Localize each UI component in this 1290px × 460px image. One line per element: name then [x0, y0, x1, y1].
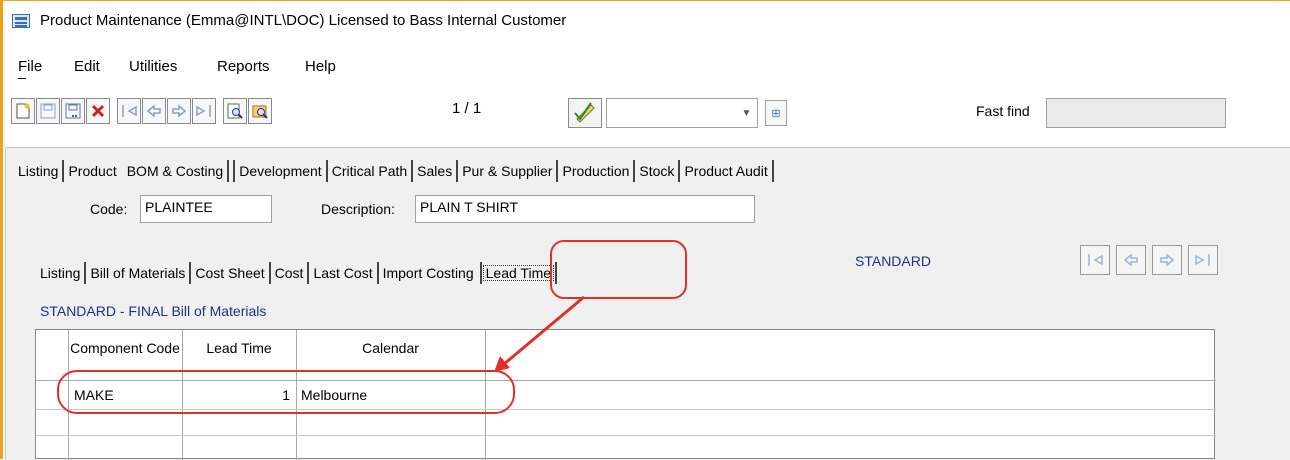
annotation-arrow — [494, 295, 585, 372]
